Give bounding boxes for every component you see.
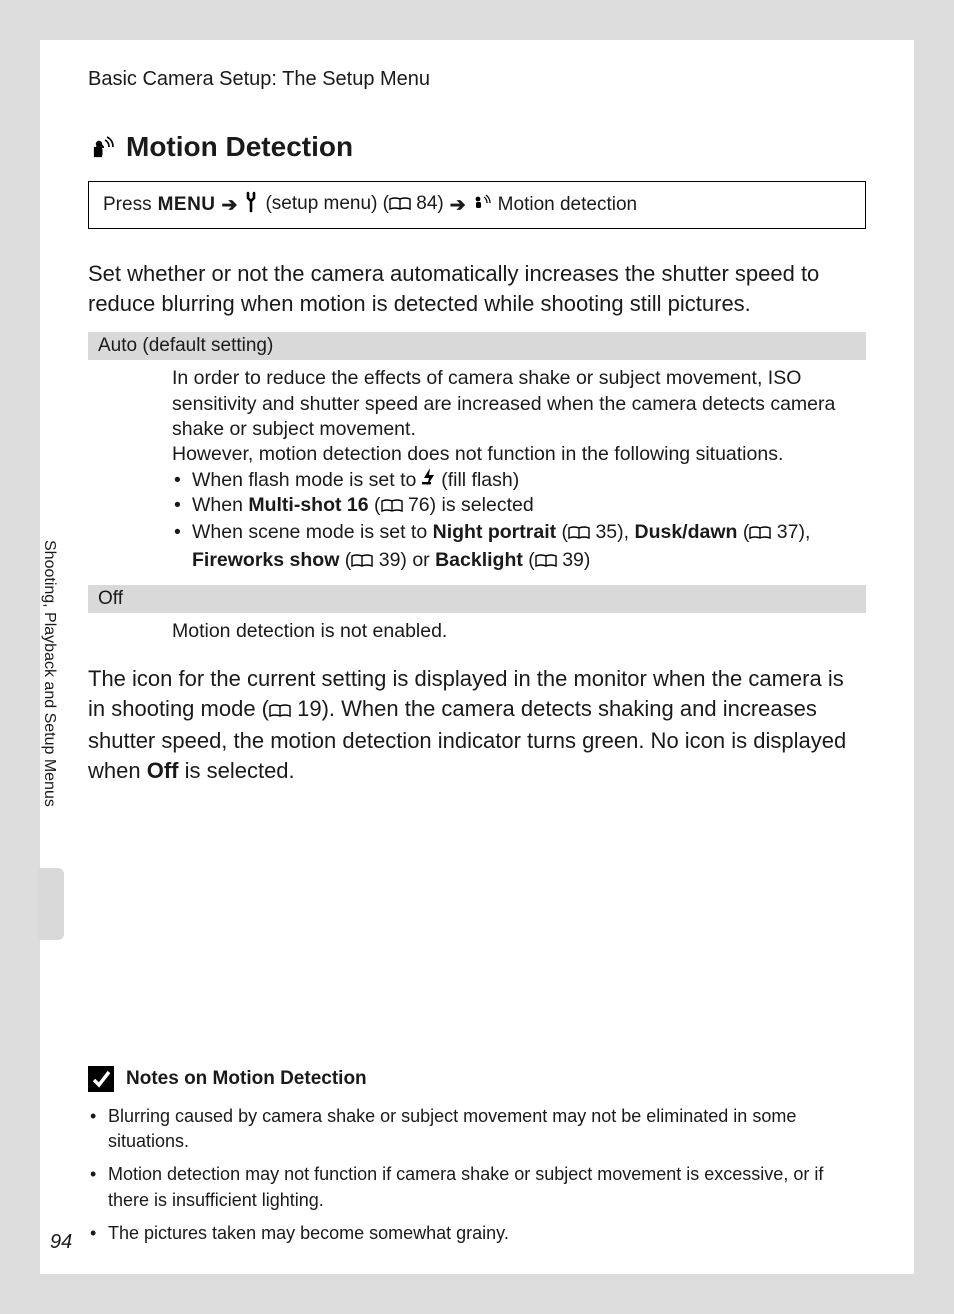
book-icon (749, 522, 771, 547)
notes-item: Motion detection may not function if cam… (88, 1162, 866, 1212)
caution-check-icon (88, 1066, 114, 1092)
book-icon (535, 550, 557, 575)
section-title: Motion Detection (126, 131, 353, 163)
motion-detection-small-icon (472, 194, 492, 216)
side-tab-highlight (38, 868, 64, 940)
after-paragraph: The icon for the current setting is disp… (88, 664, 866, 785)
flash-icon (422, 469, 436, 491)
menu-button-label: MENU (158, 194, 216, 216)
option-auto-body: In order to reduce the effects of camera… (88, 360, 866, 585)
notes-item: The pictures taken may become somewhat g… (88, 1221, 866, 1246)
option-off-header: Off (88, 585, 866, 613)
manual-page: Shooting, Playback and Setup Menus Basic… (0, 0, 954, 1314)
option-off-p1: Motion detection is not enabled. (172, 619, 856, 644)
notes-title-row: Notes on Motion Detection (88, 1066, 866, 1092)
intro-paragraph: Set whether or not the camera automatica… (88, 259, 866, 318)
option-auto-header: Auto (default setting) (88, 332, 866, 360)
book-icon (389, 195, 411, 217)
page-header: Basic Camera Setup: The Setup Menu (88, 68, 866, 91)
option-auto-p1: In order to reduce the effects of camera… (172, 366, 856, 442)
menu-path-box: Press MENU ➔ (setup menu) ( 84) ➔ Motion… (88, 181, 866, 229)
option-auto-bullet-1: When flash mode is set to (fill flash) (172, 468, 856, 493)
nav-press: Press (103, 194, 152, 216)
side-tab-label: Shooting, Playback and Setup Menus (40, 540, 58, 807)
arrow-icon: ➔ (222, 194, 238, 217)
section-side-tab: Shooting, Playback and Setup Menus (40, 540, 62, 940)
arrow-icon: ➔ (450, 194, 466, 217)
section-title-row: Motion Detection (88, 131, 866, 163)
option-auto-bullet-2: When Multi-shot 16 ( 76) is selected (172, 493, 856, 520)
book-icon (351, 550, 373, 575)
notes-item: Blurring caused by camera shake or subje… (88, 1104, 866, 1154)
book-icon (568, 522, 590, 547)
notes-list: Blurring caused by camera shake or subje… (88, 1104, 866, 1246)
notes-title: Notes on Motion Detection (126, 1068, 367, 1090)
option-auto-bullet-3: When scene mode is set to Night portrait… (172, 520, 856, 575)
nav-setup-menu: (setup menu) ( 84) (265, 193, 443, 217)
option-off-body: Motion detection is not enabled. (88, 613, 866, 654)
notes-section: Notes on Motion Detection Blurring cause… (88, 1066, 866, 1254)
nav-motion-detection: Motion detection (498, 194, 637, 216)
page-number: 94 (50, 1231, 72, 1254)
book-icon (269, 696, 291, 726)
motion-detection-icon (88, 136, 116, 158)
book-icon (381, 495, 403, 520)
wrench-icon (243, 192, 259, 218)
option-auto-p2: However, motion detection does not funct… (172, 442, 856, 467)
